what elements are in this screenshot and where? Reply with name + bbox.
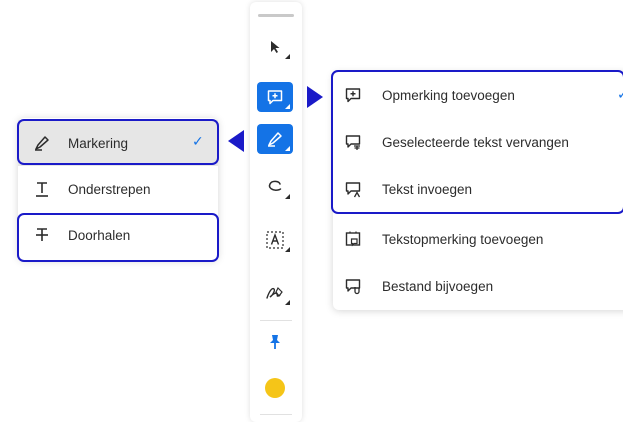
more-options-indicator [285, 300, 290, 305]
freehand-draw-icon [266, 178, 284, 196]
signature-icon [265, 284, 285, 302]
pin-icon [268, 333, 282, 351]
menu-item-label: Markering [68, 135, 129, 151]
menu-item-onderstrepen[interactable]: Onderstrepen [18, 166, 218, 212]
text-box-tool[interactable] [257, 225, 293, 255]
highlighter-icon [266, 130, 284, 148]
color-picker-swatch[interactable] [265, 378, 285, 398]
menu-item-opmerking-toevoegen[interactable]: Opmerking toevoegen ✓ [333, 72, 623, 118]
strikethrough-icon [30, 223, 54, 247]
more-options-indicator [285, 104, 290, 109]
checkmark-icon: ✓ [617, 86, 623, 102]
more-options-indicator [285, 54, 290, 59]
underline-icon [30, 177, 54, 201]
checkmark-icon: ✓ [192, 133, 204, 149]
menu-item-geselecteerde-tekst-vervangen[interactable]: Geselecteerde tekst vervangen [333, 119, 623, 165]
insert-text-icon [341, 177, 365, 201]
more-options-indicator [285, 247, 290, 252]
comment-add-icon [266, 88, 284, 106]
text-comment-icon [341, 227, 365, 251]
highlighter-icon [30, 131, 54, 155]
text-box-icon [265, 230, 285, 250]
menu-item-tekst-invoegen[interactable]: Tekst invoegen [333, 166, 623, 212]
more-options-indicator [285, 194, 290, 199]
menu-item-doorhalen[interactable]: Doorhalen [18, 212, 218, 258]
toolbar-divider [260, 320, 292, 321]
toolbar-divider [260, 414, 292, 415]
menu-item-label: Tekst invoegen [382, 181, 473, 197]
more-options-indicator [285, 146, 290, 151]
annotation-toolbar [250, 2, 302, 422]
menu-item-markering[interactable]: Markering ✓ [18, 120, 218, 166]
select-tool[interactable] [257, 32, 293, 62]
menu-item-label: Opmerking toevoegen [382, 87, 515, 103]
markup-submenu: Markering ✓ Onderstrepen Doorhalen [18, 118, 218, 260]
attach-file-icon [341, 274, 365, 298]
menu-item-label: Geselecteerde tekst vervangen [382, 134, 569, 150]
draw-tool[interactable] [257, 172, 293, 202]
toolbar-grip[interactable] [258, 14, 294, 17]
replace-text-icon [341, 130, 365, 154]
cursor-arrow-icon [267, 39, 283, 55]
comment-add-icon [341, 83, 365, 107]
comment-tool[interactable] [257, 82, 293, 112]
menu-item-tekstopmerking-toevoegen[interactable]: Tekstopmerking toevoegen [333, 216, 623, 262]
pin-tool[interactable] [257, 327, 293, 357]
menu-item-label: Bestand bijvoegen [382, 278, 494, 294]
menu-item-label: Doorhalen [68, 227, 131, 243]
menu-item-label: Tekstopmerking toevoegen [382, 231, 544, 247]
sign-tool[interactable] [257, 278, 293, 308]
highlight-tool[interactable] [257, 124, 293, 154]
comment-submenu: Opmerking toevoegen ✓ Geselecteerde teks… [333, 72, 623, 310]
menu-item-bestand-bijvoegen[interactable]: Bestand bijvoegen [333, 263, 623, 309]
pointer-arrow-right [307, 86, 323, 108]
menu-item-label: Onderstrepen [68, 181, 151, 197]
pointer-arrow-left [228, 130, 244, 152]
